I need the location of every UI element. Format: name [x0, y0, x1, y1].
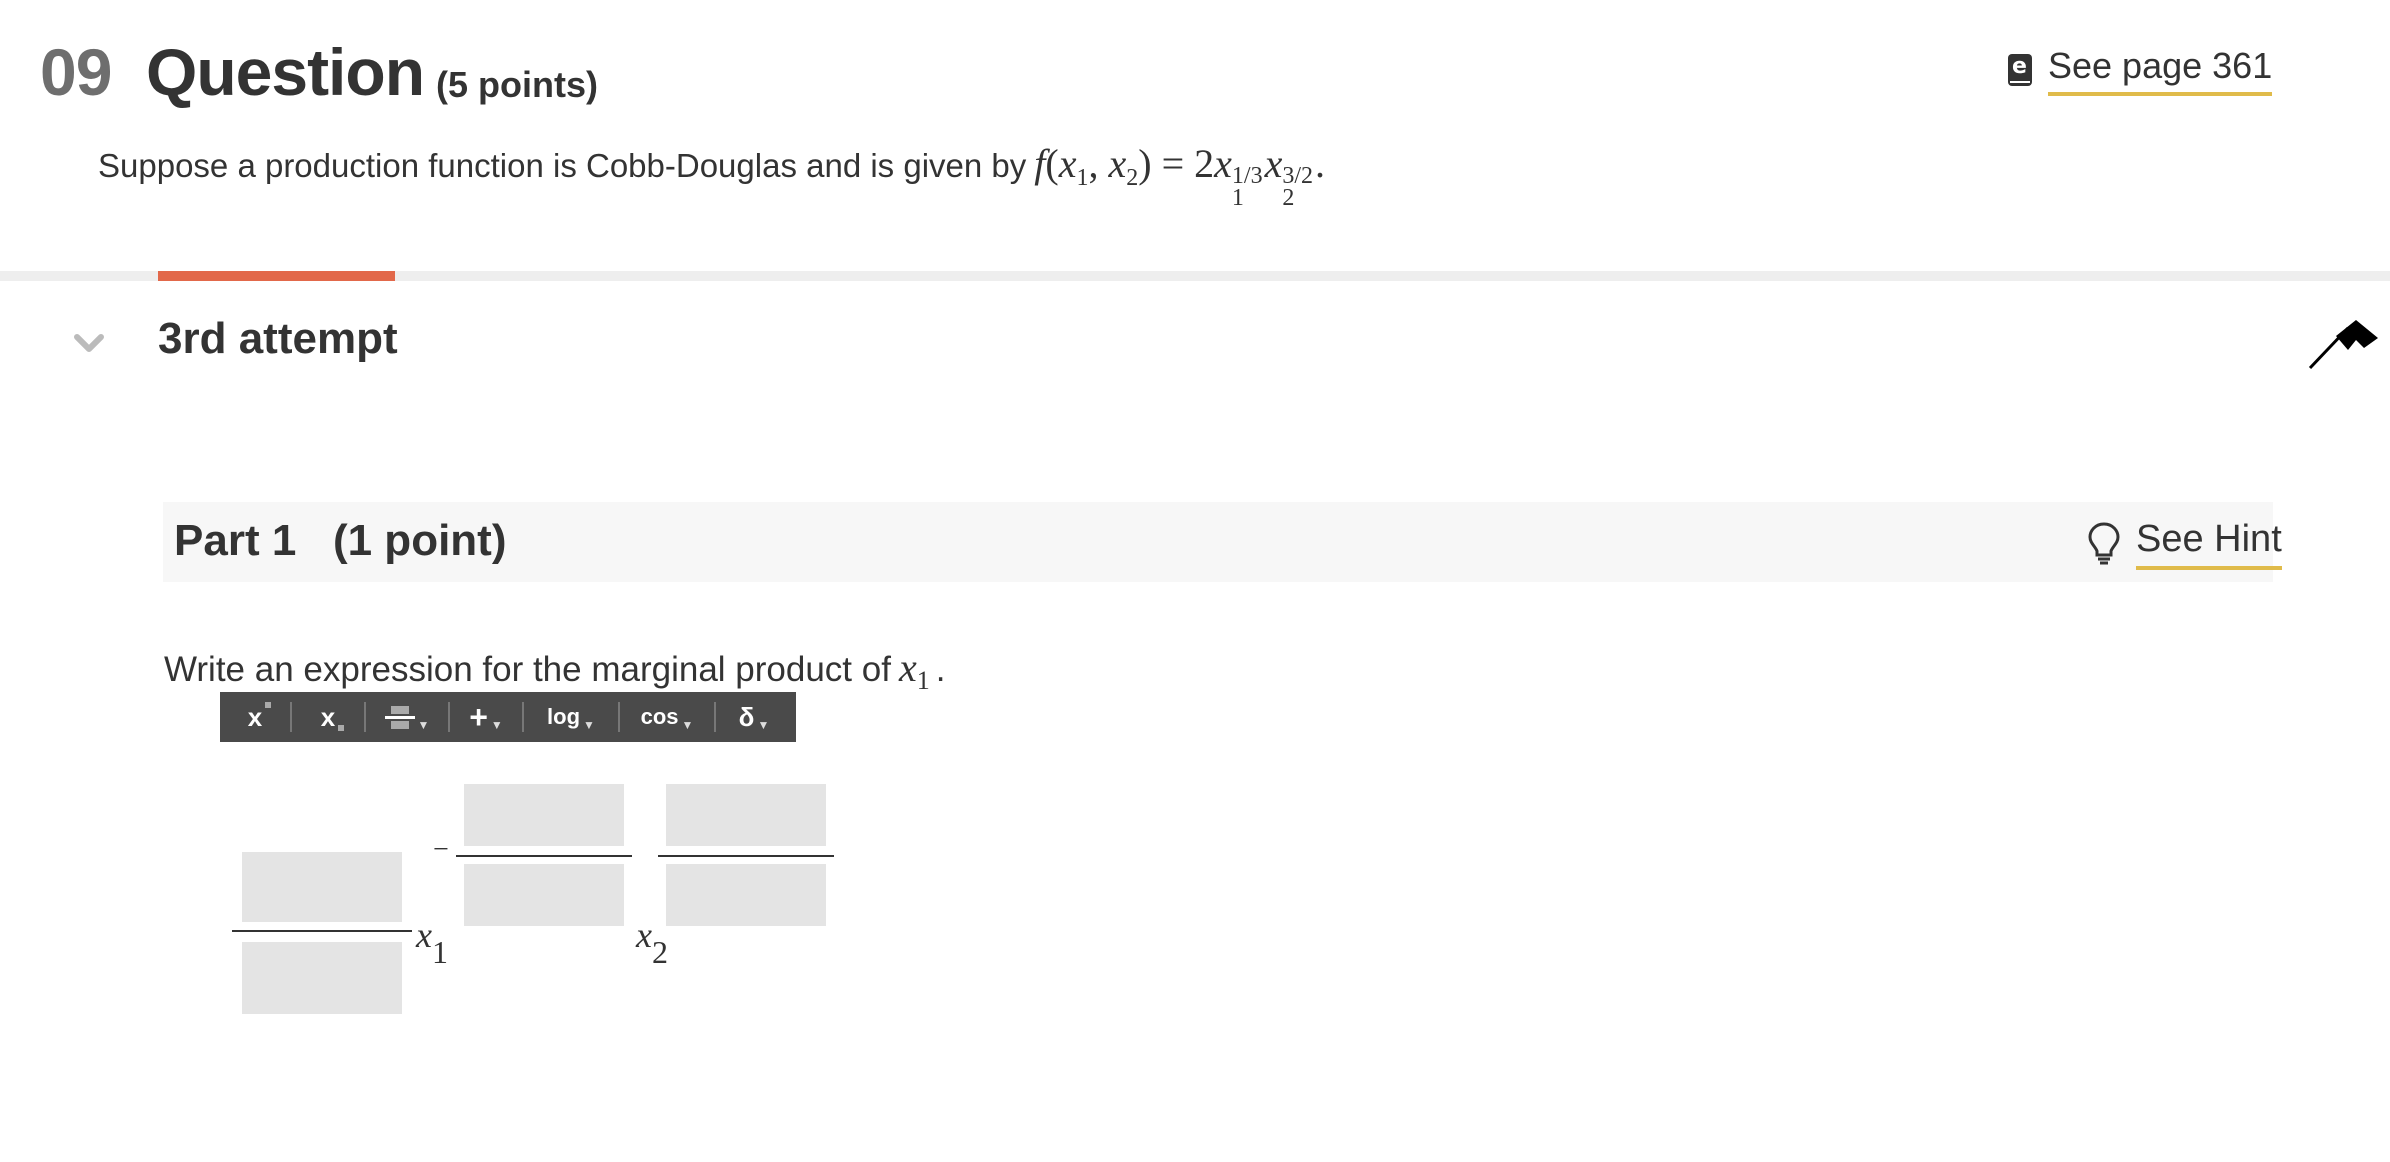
trig-icon: cos	[640, 704, 679, 729]
dropdown-arrow-icon: ▼	[583, 718, 595, 732]
bookmark-flag-icon[interactable]	[2308, 318, 2380, 370]
instruction-var-sub: 1	[916, 666, 930, 695]
attempt-label: 3rd attempt	[158, 314, 398, 363]
math-x2-term: x	[1264, 141, 1283, 186]
math-comma: ,	[1088, 141, 1109, 186]
question-title: Question	[146, 35, 425, 109]
subscript-label: x	[320, 701, 336, 732]
math-x2-supsub: 3/2 2	[1282, 163, 1314, 211]
dropdown-arrow-icon: ▼	[681, 718, 694, 732]
operators-button[interactable]: + ▼	[450, 692, 522, 742]
math-period: .	[1315, 141, 1326, 186]
answer-var-x1: x1	[416, 914, 448, 971]
instruction-var: x1	[899, 644, 930, 696]
math-x1-supsub: 1/3 1	[1231, 163, 1263, 211]
ebook-icon	[2008, 54, 2032, 86]
part-title: Part 1 (1 point)	[174, 516, 507, 565]
log-button[interactable]: log ▼	[524, 692, 618, 742]
x1-exponent-numerator-input[interactable]	[464, 784, 624, 846]
math-x1-term: x	[1214, 141, 1232, 186]
answer-var-x1-sub: 1	[431, 934, 448, 970]
answer-var-x2: x2	[636, 914, 668, 971]
coefficient-denominator-input[interactable]	[242, 942, 402, 1014]
see-page-link[interactable]: See page 361	[2048, 44, 2273, 96]
x1-exponent-fraction-bar	[456, 855, 632, 857]
trig-button[interactable]: cos ▼	[620, 692, 714, 742]
instruction-text: Write an expression for the marginal pro…	[164, 650, 891, 689]
coefficient-fraction-bar	[232, 930, 412, 932]
math-x2-exp: 3/2	[1282, 163, 1314, 189]
superscript-button[interactable]: x	[220, 692, 290, 742]
log-icon: log	[547, 704, 581, 729]
x2-exponent-numerator-input[interactable]	[666, 784, 826, 846]
math-f: f	[1034, 141, 1046, 186]
dropdown-arrow-icon: ▼	[490, 718, 503, 732]
fraction-icon	[384, 705, 415, 729]
instruction-var-x: x	[898, 645, 917, 690]
math-x2-term-sub: 2	[1282, 185, 1295, 211]
lightbulb-icon	[2088, 522, 2120, 565]
dropdown-arrow-icon: ▼	[757, 718, 770, 732]
question-points: (5 points)	[436, 64, 598, 105]
x1-exponent-denominator-input[interactable]	[464, 864, 624, 926]
part-instruction: Write an expression for the marginal pro…	[164, 644, 945, 696]
greek-icon: δ	[738, 701, 755, 732]
production-function: f(x1, x2) = 2x 1/3 1 x 3/2 2.	[1034, 140, 1326, 211]
exponent-minus-sign: −	[433, 834, 449, 865]
subscript-icon: x	[320, 701, 345, 733]
chevron-down-icon[interactable]	[72, 326, 106, 360]
math-close-paren: )	[1138, 141, 1152, 186]
answer-var-x2-sub: 2	[651, 934, 668, 970]
superscript-icon: x	[247, 701, 272, 733]
math-open-paren: (	[1045, 141, 1059, 186]
math-equals: = 2	[1151, 141, 1215, 186]
math-x2-sub: 2	[1126, 165, 1139, 191]
math-x2: x	[1108, 141, 1127, 186]
subscript-button[interactable]: x	[292, 692, 364, 742]
attempt-tab-indicator	[158, 271, 395, 281]
dropdown-arrow-icon: ▼	[417, 718, 430, 732]
x2-exponent-fraction-bar	[658, 855, 834, 857]
see-page-link-container[interactable]: See page 361	[2008, 44, 2273, 96]
superscript-label: x	[247, 701, 263, 732]
x2-exponent-denominator-input[interactable]	[666, 864, 826, 926]
instruction-period: .	[935, 650, 946, 689]
see-hint-container[interactable]: See Hint	[2086, 516, 2282, 570]
operators-icon: +	[469, 698, 488, 735]
math-x1: x	[1058, 141, 1077, 186]
prompt-text: Suppose a production function is Cobb-Do…	[98, 147, 1027, 184]
answer-var-x1-x: x	[416, 915, 432, 955]
math-x1-sub: 1	[1076, 165, 1089, 191]
question-number: 09	[40, 35, 112, 109]
math-x1-exp: 1/3	[1231, 163, 1263, 189]
coefficient-numerator-input[interactable]	[242, 852, 402, 922]
greek-button[interactable]: δ ▼	[716, 692, 792, 742]
math-x1-term-sub: 1	[1231, 185, 1244, 211]
answer-var-x2-x: x	[636, 915, 652, 955]
question-prompt: Suppose a production function is Cobb-Do…	[98, 140, 1326, 211]
fraction-button[interactable]: ▼	[366, 692, 448, 742]
see-hint-link[interactable]: See Hint	[2136, 516, 2282, 570]
math-toolbar: x x ▼ + ▼ log ▼ cos ▼ δ ▼	[220, 692, 796, 742]
